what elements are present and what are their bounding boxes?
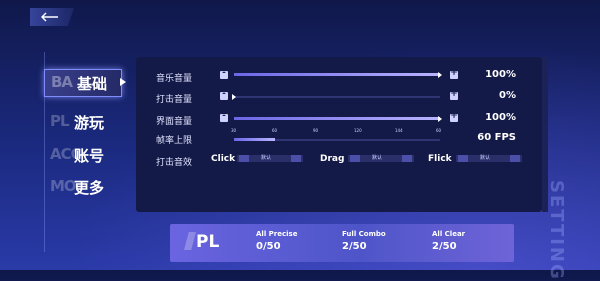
hit-sound-label: 打击音效	[156, 158, 193, 168]
prev-option-button[interactable]	[350, 155, 360, 162]
ui-volume-value: 100%	[485, 112, 516, 123]
tab-label: 更多	[74, 179, 105, 197]
hit-sound-click-selector[interactable]: 默认	[237, 155, 303, 162]
minus-icon: -	[222, 89, 226, 99]
prev-option-button[interactable]	[458, 155, 468, 162]
ui-volume-label: 界面音量	[156, 117, 193, 127]
ui-volume-knob[interactable]	[438, 116, 442, 122]
music-volume-value: 100%	[485, 69, 516, 80]
hit-volume-knob[interactable]	[232, 94, 236, 100]
next-option-button[interactable]	[291, 155, 301, 162]
hit-volume-track[interactable]	[234, 96, 440, 98]
tab-account[interactable]: ACC 账号	[44, 143, 120, 167]
hit-sound-flick-option: 默认	[480, 155, 491, 161]
tab-label: 游玩	[74, 114, 105, 132]
full-combo-label: Full Combo	[342, 230, 386, 238]
tab-more[interactable]: MO 更多	[44, 175, 120, 199]
all-clear-value: 2/50	[432, 241, 457, 252]
frame-limit-fill	[234, 138, 275, 141]
hit-sound-click-option: 默认	[261, 155, 272, 161]
ui-volume-increase-button[interactable]: +	[450, 111, 458, 122]
fps-tick: 60	[272, 128, 278, 133]
music-volume-fill	[234, 73, 440, 76]
hit-sound-drag-label: Drag	[320, 154, 345, 164]
fps-tick: 90	[313, 128, 319, 133]
logo: PL	[196, 232, 220, 252]
progress-summary-bar: PL All Precise 0/50 Full Combo 2/50 All …	[170, 224, 514, 262]
settings-panel: 音乐音量 - + 100% 打击音量 - + 0% 界面音量 - + 100% …	[136, 57, 542, 212]
tab-play[interactable]: PL 游玩	[44, 110, 120, 134]
back-button[interactable]	[30, 8, 74, 26]
music-volume-label: 音乐音量	[156, 74, 193, 84]
full-combo-value: 2/50	[342, 241, 367, 252]
frame-limit-value: 60 FPS	[477, 132, 516, 143]
logo-deco-icon	[184, 232, 196, 250]
tab-basic[interactable]: BA 基础	[44, 69, 122, 97]
plus-icon: +	[450, 89, 458, 99]
ui-volume-fill	[234, 117, 440, 120]
next-option-button[interactable]	[402, 155, 412, 162]
fps-tick: 60	[436, 128, 442, 133]
tab-label: 基础	[77, 75, 108, 93]
tab-label: 账号	[74, 147, 105, 165]
hit-volume-increase-button[interactable]: +	[450, 89, 458, 100]
all-precise-value: 0/50	[256, 241, 281, 252]
back-arrow-icon	[41, 12, 58, 22]
next-option-button[interactable]	[510, 155, 520, 162]
minus-icon: -	[222, 68, 226, 78]
all-precise-label: All Precise	[256, 230, 298, 238]
frame-limit-label: 帧率上限	[156, 136, 193, 146]
hit-volume-decrease-button[interactable]: -	[220, 89, 228, 100]
plus-icon: +	[450, 68, 458, 78]
tab-shadow-text: MO	[50, 177, 77, 195]
minus-icon: -	[222, 111, 226, 121]
music-volume-knob[interactable]	[438, 72, 442, 78]
fps-tick: 120	[354, 128, 362, 133]
all-clear-label: All Clear	[432, 230, 466, 238]
hit-sound-drag-selector[interactable]: 默认	[348, 155, 414, 162]
music-volume-decrease-button[interactable]: -	[220, 68, 228, 79]
prev-option-button[interactable]	[239, 155, 249, 162]
hit-sound-drag-option: 默认	[372, 155, 383, 161]
music-volume-increase-button[interactable]: +	[450, 68, 458, 79]
hit-volume-value: 0%	[499, 90, 516, 101]
ui-volume-decrease-button[interactable]: -	[220, 111, 228, 122]
hit-sound-click-label: Click	[211, 154, 236, 164]
fps-tick: 30	[231, 128, 237, 133]
tab-shadow-text: BA	[51, 73, 73, 91]
fps-tick: 144	[395, 128, 403, 133]
hit-volume-label: 打击音量	[156, 95, 193, 105]
plus-icon: +	[450, 111, 458, 121]
tab-shadow-text: PL	[50, 112, 70, 130]
hit-sound-flick-label: Flick	[428, 154, 452, 164]
setting-watermark: SETTING	[546, 180, 567, 281]
active-tab-arrow-icon	[120, 78, 126, 86]
hit-sound-flick-selector[interactable]: 默认	[456, 155, 522, 162]
